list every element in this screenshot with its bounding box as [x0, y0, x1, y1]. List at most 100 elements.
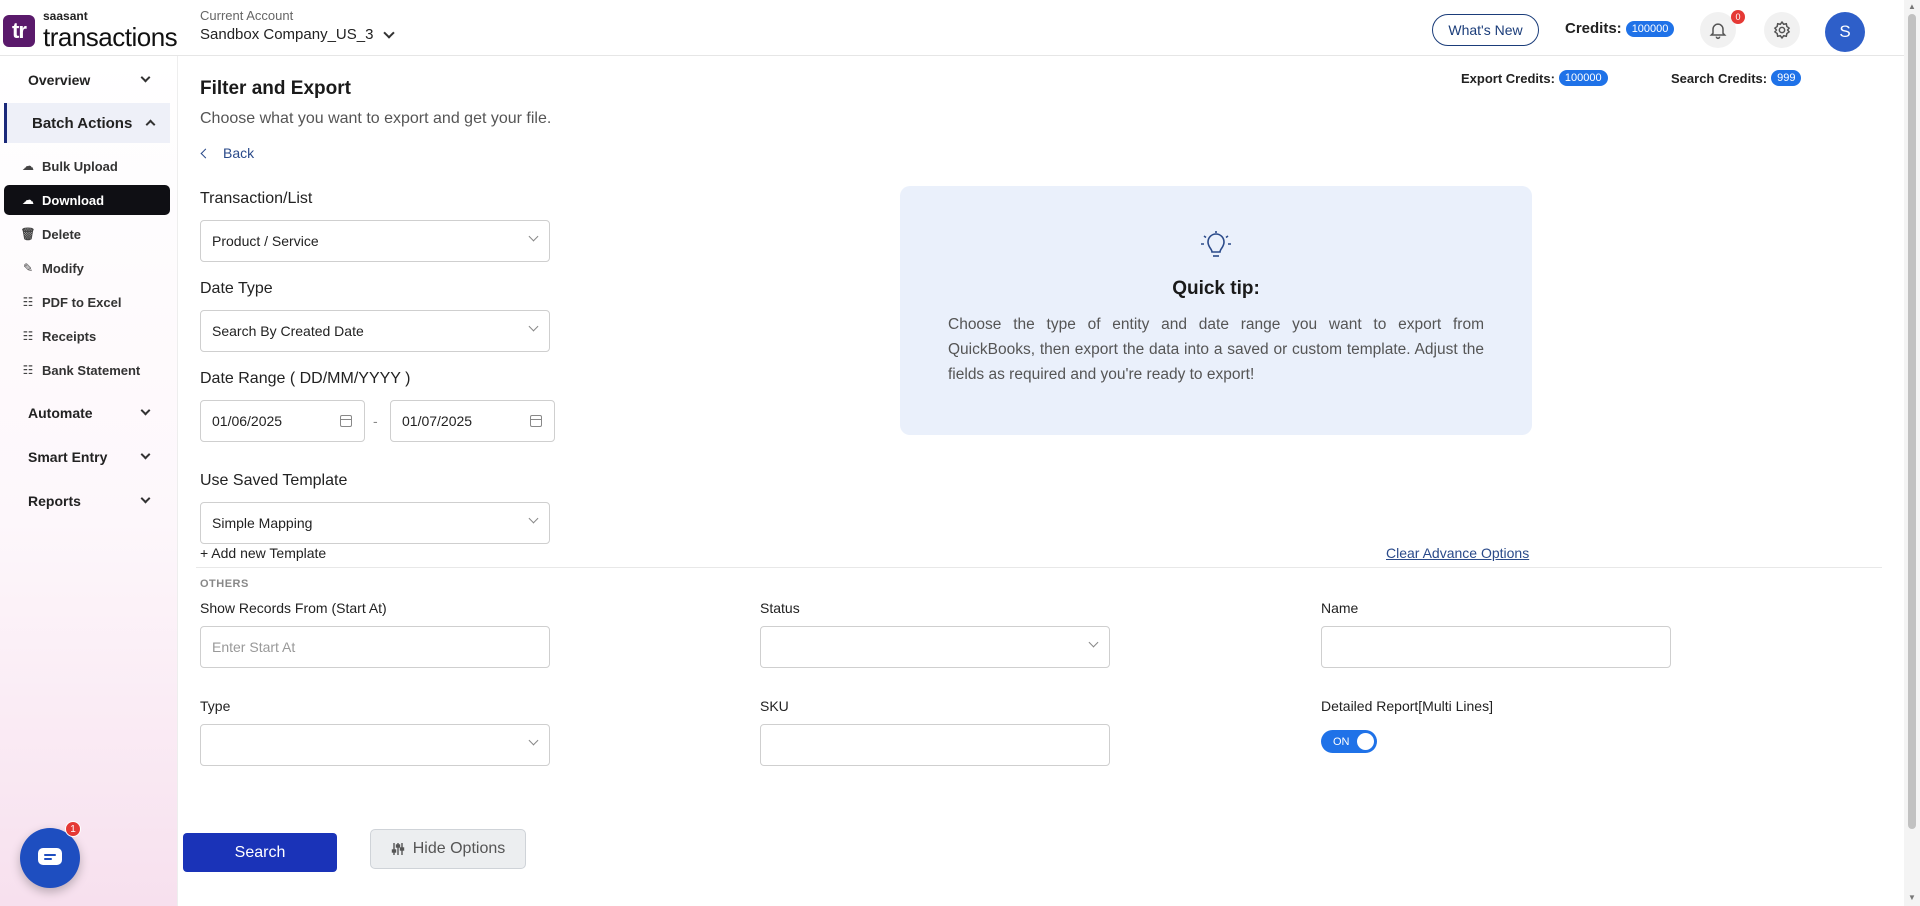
date-type-label: Date Type [200, 280, 273, 297]
logo-mark: tr [3, 15, 35, 47]
scroll-down-arrow-icon[interactable]: ▼ [1908, 893, 1916, 902]
sidebar-group-label: Batch Actions [32, 114, 133, 132]
chevron-down-icon [528, 513, 539, 524]
sidebar: Overview Batch Actions ☁ Bulk Upload ☁ D… [0, 56, 178, 906]
quick-tip-card: Quick tip: Choose the type of entity and… [900, 186, 1532, 435]
sidebar-group-automate[interactable]: Automate [0, 393, 178, 433]
export-credits-label: Export Credits: [1461, 70, 1555, 86]
clear-advance-options-link[interactable]: Clear Advance Options [1386, 545, 1529, 561]
sidebar-group-batch-actions[interactable]: Batch Actions [4, 103, 170, 143]
account-name: Sandbox Company_US_3 [200, 26, 374, 43]
chevron-down-icon [528, 231, 539, 242]
chat-icon [38, 848, 62, 865]
account-switcher[interactable]: Current Account Sandbox Company_US_3 [200, 8, 396, 43]
lightbulb-icon [1201, 231, 1231, 257]
account-label: Current Account [200, 8, 294, 23]
calendar-icon[interactable] [530, 415, 542, 427]
bank-icon: ☷ [22, 363, 34, 377]
page-title: Filter and Export [200, 78, 351, 99]
date-type-select[interactable]: Search By Created Date [200, 310, 550, 352]
logo[interactable]: tr saasant transactions [3, 9, 178, 53]
quick-tip-text: Choose the type of entity and date range… [948, 316, 1484, 383]
cloud-upload-icon: ☁ [22, 159, 34, 173]
date-type-value: Search By Created Date [212, 323, 364, 339]
app: tr saasant transactions Current Account … [0, 0, 1920, 906]
logo-big-text: transactions [43, 22, 178, 52]
date-from-input[interactable]: 01/06/2025 [200, 400, 365, 442]
chevron-down-icon [1088, 637, 1099, 648]
gear-icon [1773, 20, 1791, 40]
type-label: Type [200, 698, 231, 714]
chat-badge: 1 [65, 821, 81, 837]
detailed-report-toggle[interactable]: ON [1321, 730, 1377, 753]
saved-template-select[interactable]: Simple Mapping [200, 502, 550, 544]
sidebar-item-label: Bank Statement [42, 362, 141, 378]
sidebar-group-smart-entry[interactable]: Smart Entry [0, 437, 178, 477]
hide-options-label: Hide Options [412, 840, 506, 857]
sidebar-item-label: Modify [42, 260, 84, 276]
start-at-input[interactable]: Enter Start At [200, 626, 550, 668]
settings-button[interactable] [1764, 12, 1800, 48]
logo-text: saasant transactions [43, 9, 178, 53]
search-credits-value: 999 [1771, 70, 1802, 86]
sidebar-item-delete[interactable]: 🗑 Delete [4, 219, 170, 249]
credits-value: 100000 [1625, 20, 1675, 37]
export-credits-value: 100000 [1558, 70, 1608, 86]
add-new-template-link[interactable]: + Add new Template [200, 545, 326, 561]
name-input[interactable] [1321, 626, 1671, 668]
sidebar-item-bank-statement[interactable]: ☷ Bank Statement [4, 355, 170, 385]
avatar[interactable]: S [1825, 12, 1865, 52]
sidebar-item-label: Download [42, 192, 105, 208]
chevron-up-icon [145, 119, 156, 130]
sidebar-group-label: Overview [28, 72, 91, 88]
sidebar-item-label: Bulk Upload [42, 158, 118, 174]
sidebar-item-bulk-upload[interactable]: ☁ Bulk Upload [4, 151, 170, 181]
account-name-row[interactable]: Sandbox Company_US_3 [200, 26, 396, 43]
sidebar-item-modify[interactable]: ✎ Modify [4, 253, 170, 283]
scrollbar-thumb[interactable] [1908, 14, 1916, 829]
sidebar-item-label: Delete [42, 226, 82, 242]
chevron-down-icon[interactable] [383, 26, 396, 39]
status-label: Status [760, 600, 800, 616]
sidebar-group-label: Automate [28, 405, 93, 421]
hide-options-button[interactable]: Hide Options [370, 829, 526, 869]
sidebar-group-reports[interactable]: Reports [0, 481, 178, 521]
type-select[interactable] [200, 724, 550, 766]
chevron-down-icon [140, 493, 151, 504]
sidebar-item-pdf-to-excel[interactable]: ☷ PDF to Excel [4, 287, 170, 317]
export-credits: Export Credits: 100000 [1461, 70, 1608, 86]
chevron-down-icon [528, 735, 539, 746]
sku-label: SKU [760, 698, 789, 714]
date-range-separator: - [373, 413, 378, 429]
saved-template-label: Use Saved Template [200, 472, 348, 489]
date-to-input[interactable]: 01/07/2025 [390, 400, 555, 442]
sidebar-item-receipts[interactable]: ☷ Receipts [4, 321, 170, 351]
start-at-placeholder: Enter Start At [212, 639, 296, 655]
chevron-down-icon [140, 449, 151, 460]
sidebar-group-overview[interactable]: Overview [0, 60, 178, 100]
cloud-download-icon: ☁ [22, 193, 34, 207]
chat-button[interactable] [20, 828, 80, 888]
transaction-list-select[interactable]: Product / Service [200, 220, 550, 262]
sidebar-item-download[interactable]: ☁ Download [4, 185, 170, 215]
calendar-icon[interactable] [340, 415, 352, 427]
chevron-down-icon [140, 405, 151, 416]
scroll-up-arrow-icon[interactable]: ▲ [1908, 2, 1916, 11]
quick-tip-title: Quick tip: [1172, 278, 1260, 299]
whats-new-button[interactable]: What's New [1432, 14, 1539, 46]
back-label: Back [223, 145, 255, 161]
search-button[interactable]: Search [183, 833, 337, 872]
section-divider [196, 567, 1882, 568]
detailed-report-label: Detailed Report[Multi Lines] [1321, 698, 1493, 714]
chevron-down-icon [140, 72, 151, 83]
toggle-state-label: ON [1333, 735, 1350, 748]
status-select[interactable] [760, 626, 1110, 668]
sku-input[interactable] [760, 724, 1110, 766]
others-section-label: OTHERS [200, 578, 249, 590]
date-to-value: 01/07/2025 [402, 413, 473, 429]
back-link[interactable]: Back [200, 145, 255, 161]
logo-small-text: saasant [43, 9, 88, 23]
toggle-knob [1357, 733, 1374, 750]
bell-icon [1709, 23, 1727, 40]
page-subtitle: Choose what you want to export and get y… [200, 110, 552, 127]
